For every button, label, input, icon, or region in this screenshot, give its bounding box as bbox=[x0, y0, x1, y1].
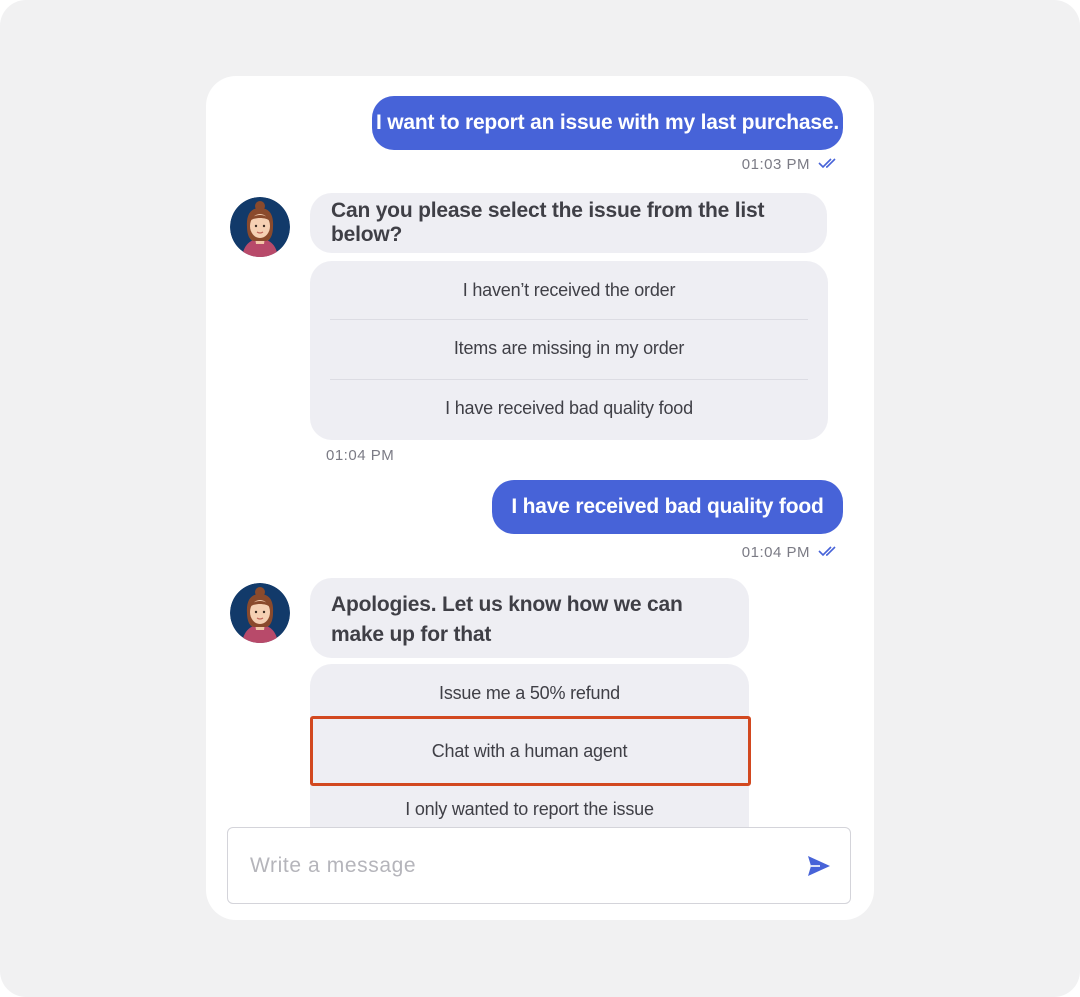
quick-reply-option[interactable]: I haven’t received the order bbox=[310, 261, 828, 319]
user-message-text: I want to report an issue with my last p… bbox=[375, 111, 839, 134]
user-message: I want to report an issue with my last p… bbox=[372, 96, 843, 150]
quick-reply-option[interactable]: I have received bad quality food bbox=[310, 379, 828, 437]
agent-message: Can you please select the issue from the… bbox=[310, 193, 827, 253]
agent-message: Apologies. Let us know how we can make u… bbox=[310, 578, 749, 658]
send-icon[interactable] bbox=[806, 853, 832, 879]
message-composer[interactable]: Write a message bbox=[227, 827, 851, 904]
agent-avatar bbox=[230, 197, 290, 257]
agent-message-text: Apologies. Let us know how we can make u… bbox=[331, 593, 683, 646]
chat-window: I want to report an issue with my last p… bbox=[206, 76, 874, 920]
double-check-icon bbox=[818, 156, 840, 173]
user-message: I have received bad quality food bbox=[492, 480, 843, 534]
message-timestamp: 01:03 PM bbox=[741, 155, 810, 173]
double-check-icon bbox=[818, 544, 840, 561]
message-input[interactable]: Write a message bbox=[250, 828, 416, 903]
quick-reply-list: I haven’t received the order Items are m… bbox=[310, 261, 828, 440]
quick-reply-option[interactable]: Items are missing in my order bbox=[310, 319, 828, 377]
agent-avatar bbox=[230, 583, 290, 643]
message-timestamp: 01:04 PM bbox=[326, 446, 395, 464]
message-timestamp: 01:04 PM bbox=[741, 543, 810, 561]
user-message-text: I have received bad quality food bbox=[511, 495, 824, 518]
highlight-box bbox=[310, 716, 751, 786]
quick-reply-option[interactable]: Issue me a 50% refund bbox=[310, 664, 749, 722]
agent-message-text: Can you please select the issue from the… bbox=[331, 199, 765, 246]
message-status: 01:04 PM bbox=[742, 542, 840, 562]
page-background: I want to report an issue with my last p… bbox=[0, 0, 1080, 997]
message-status: 01:03 PM bbox=[742, 154, 840, 174]
